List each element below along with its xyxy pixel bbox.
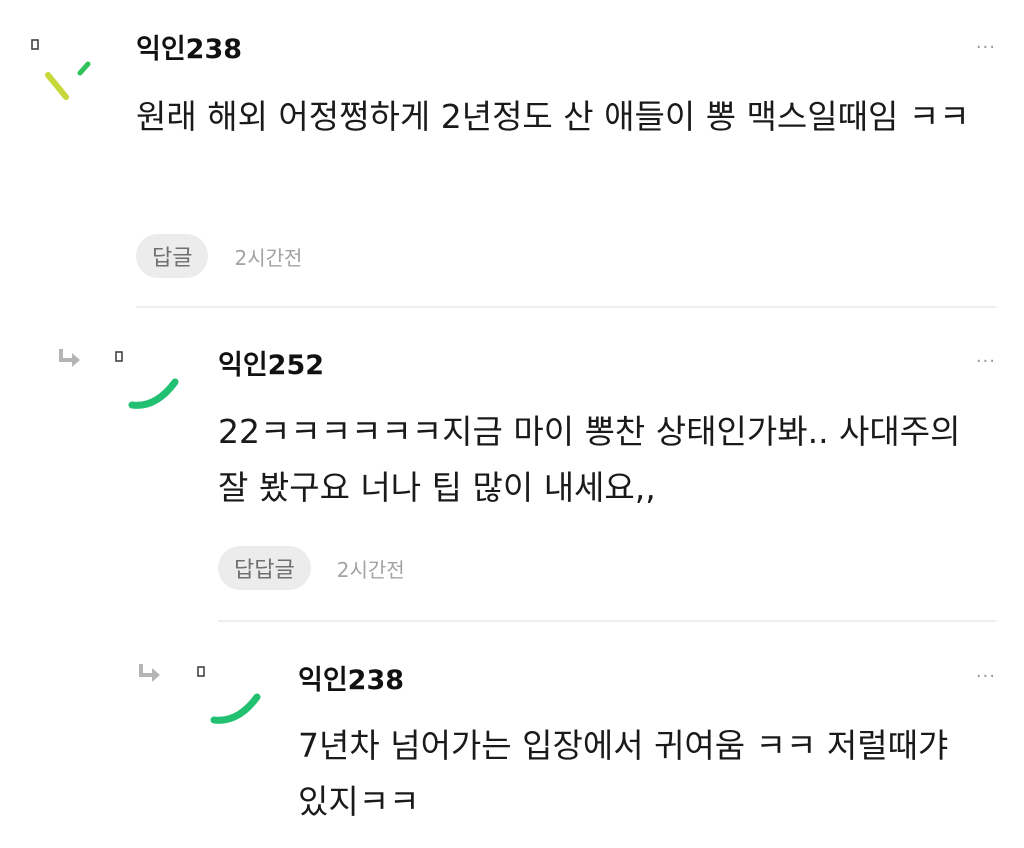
comment-author: 익인238 [298,665,405,696]
divider [136,306,996,308]
divider [218,620,996,622]
comment-meta: 답답글 2시간전 [218,546,405,590]
reply-button[interactable]: 답답글 [218,546,311,590]
more-options-icon[interactable]: ··· [976,352,996,372]
more-options-icon[interactable]: ··· [976,667,996,687]
avatar[interactable] [112,346,192,426]
comment-thread: 익인238 ··· 원래 해외 어정쩡하게 2년정도 산 애들이 뽕 맥스일때임… [0,0,1024,848]
comment-author: 익인238 [136,34,243,65]
avatar-icon [115,351,179,409]
timestamp: 2시간전 [336,557,405,582]
comment-meta: 답글 2시간전 [136,234,302,278]
comment-body: 7년차 넘어가는 입장에서 귀여움 ㅋㅋ 저럴때갸 있지ㅋㅋ [298,726,949,821]
more-options-icon[interactable]: ··· [976,38,996,58]
timestamp: 2시간전 [234,245,303,270]
comment-author: 익인252 [218,350,325,381]
reply-arrow-icon [139,664,160,682]
avatar[interactable] [30,34,110,114]
avatar-icon [31,39,91,100]
avatar[interactable] [194,661,274,741]
reply-arrow-icon [59,349,80,367]
reply-button[interactable]: 답글 [136,234,209,278]
comment-body: 원래 해외 어정쩡하게 2년정도 산 애들이 뽕 맥스일때임 ㅋㅋ [136,97,970,136]
avatar-icon [197,666,261,724]
comment-body: 22ㅋㅋㅋㅋㅋㅋ지금 마이 뽕찬 상태인가봐.. 사대주의 잘 봤구요 너나 팁… [218,412,961,507]
